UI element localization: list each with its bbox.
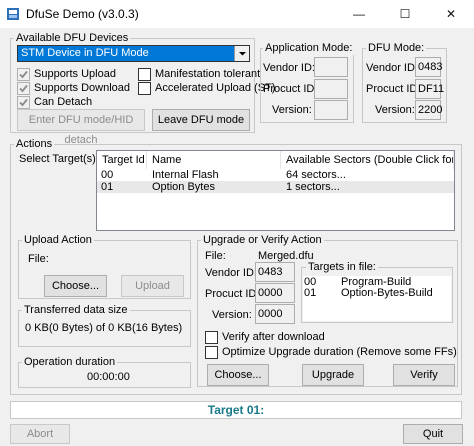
can-detach-label: Can Detach (34, 96, 93, 108)
upload-file-label: File: (28, 253, 49, 265)
supports-download-label: Supports Download (34, 82, 131, 94)
list-item[interactable]: 01 Option-Bytes-Build (303, 287, 451, 299)
abort-button[interactable]: Abort (10, 424, 70, 444)
supports-upload-checkbox[interactable] (17, 68, 30, 81)
minimize-button[interactable]: — (336, 0, 382, 28)
upgrade-choose-button[interactable]: Choose... (207, 364, 269, 386)
table-row[interactable]: 00 Internal Flash 64 sectors... (97, 169, 454, 181)
dfu-vendor-id-label: Vendor ID: (366, 62, 418, 74)
upgrade-file-label: File: (205, 250, 226, 262)
verify-after-download-checkbox[interactable] (205, 331, 218, 344)
maximize-button[interactable]: ☐ (382, 0, 428, 28)
duration-legend: Operation duration (22, 356, 118, 369)
column-header-sectors[interactable]: Available Sectors (Double Click for more… (281, 151, 454, 169)
dfu-version-label: Version: (375, 104, 415, 116)
device-select-value: STM Device in DFU Mode (21, 47, 149, 59)
quit-button[interactable]: Quit (403, 424, 463, 444)
duration-value: 00:00:00 (87, 371, 130, 383)
upgrade-verify-legend: Upgrade or Verify Action (201, 234, 324, 247)
actions-legend: Actions (14, 138, 55, 151)
verify-after-download-label: Verify after download (222, 331, 325, 343)
app-product-id-label: Procuct ID: (263, 83, 318, 95)
column-header-target-id[interactable]: Target Id (97, 151, 147, 169)
window-title: DfuSe Demo (v3.0.3) (26, 7, 139, 21)
upgrade-version-field: 0000 (255, 304, 295, 324)
row-target-id: 01 (101, 181, 114, 193)
file-target-id: 01 (304, 287, 317, 299)
table-row[interactable]: 01 Option Bytes 1 sectors... (97, 181, 454, 193)
upgrade-version-label: Version: (212, 309, 252, 321)
available-devices-legend: Available DFU Devices (14, 32, 131, 45)
status-bar: Target 01: (10, 401, 462, 419)
row-name: Internal Flash (152, 169, 219, 181)
close-button[interactable]: ✕ (428, 0, 474, 28)
upgrade-vendor-id-field: 0483 (255, 262, 295, 282)
dfu-vendor-id-field: 0483 (415, 57, 442, 77)
supports-download-checkbox[interactable] (17, 82, 30, 95)
app-vendor-id-label: Vendor ID: (263, 62, 315, 74)
upload-button[interactable]: Upload (121, 275, 184, 297)
row-target-id: 00 (101, 169, 114, 181)
file-target-name: Option-Bytes-Build (341, 287, 433, 299)
optimize-upgrade-label: Optimize Upgrade duration (Remove some F… (222, 346, 457, 358)
upload-choose-button[interactable]: Choose... (44, 275, 107, 297)
manifestation-tolerant-label: Manifestation tolerant (155, 68, 261, 80)
supports-upload-label: Supports Upload (34, 68, 116, 80)
upload-action-legend: Upload Action (22, 234, 94, 247)
app-icon (7, 8, 19, 20)
app-version-label: Version: (272, 104, 312, 116)
app-vendor-id-field (314, 57, 348, 77)
optimize-upgrade-checkbox[interactable] (205, 346, 218, 359)
manifestation-tolerant-checkbox[interactable] (138, 68, 151, 81)
row-sectors: 1 sectors... (286, 181, 340, 193)
row-name: Option Bytes (152, 181, 215, 193)
targets-list[interactable]: Target Id Name Available Sectors (Double… (96, 150, 455, 231)
device-select[interactable]: STM Device in DFU Mode (17, 45, 250, 62)
column-header-name[interactable]: Name (147, 151, 281, 169)
accelerated-upload-label: Accelerated Upload (ST) (155, 82, 276, 94)
dfu-version-field: 2200 (415, 100, 442, 120)
verify-button[interactable]: Verify (393, 364, 455, 386)
targets-in-file-legend: Targets in file: (306, 261, 378, 274)
transferred-value: 0 KB(0 Bytes) of 0 KB(16 Bytes) (25, 322, 183, 334)
application-mode-legend: Application Mode: (263, 42, 355, 55)
enter-dfu-mode-button[interactable]: Enter DFU mode/HID detach (17, 109, 145, 146)
select-targets-label: Select Target(s): (19, 153, 99, 165)
chevron-down-icon[interactable] (234, 46, 249, 61)
dfu-product-id-label: Procuct ID: (366, 83, 421, 95)
accelerated-upload-checkbox[interactable] (138, 82, 151, 95)
can-detach-checkbox[interactable] (17, 96, 30, 109)
upgrade-button[interactable]: Upgrade (302, 364, 364, 386)
app-product-id-field (314, 79, 348, 99)
upgrade-product-id-label: Procuct ID: (205, 288, 260, 300)
transferred-legend: Transferred data size (22, 304, 130, 317)
row-sectors: 64 sectors... (286, 169, 346, 181)
leave-dfu-mode-button[interactable]: Leave DFU mode (152, 109, 250, 131)
app-version-field (314, 100, 348, 120)
dfu-product-id-field: DF11 (415, 79, 444, 99)
upgrade-vendor-id-label: Vendor ID: (205, 267, 257, 279)
status-text: Target 01: (207, 403, 265, 417)
targets-in-file-list[interactable]: 00 Program-Build 01 Option-Bytes-Build (303, 276, 451, 321)
upgrade-product-id-field: 0000 (255, 283, 295, 303)
dfu-mode-legend: DFU Mode: (366, 42, 427, 55)
